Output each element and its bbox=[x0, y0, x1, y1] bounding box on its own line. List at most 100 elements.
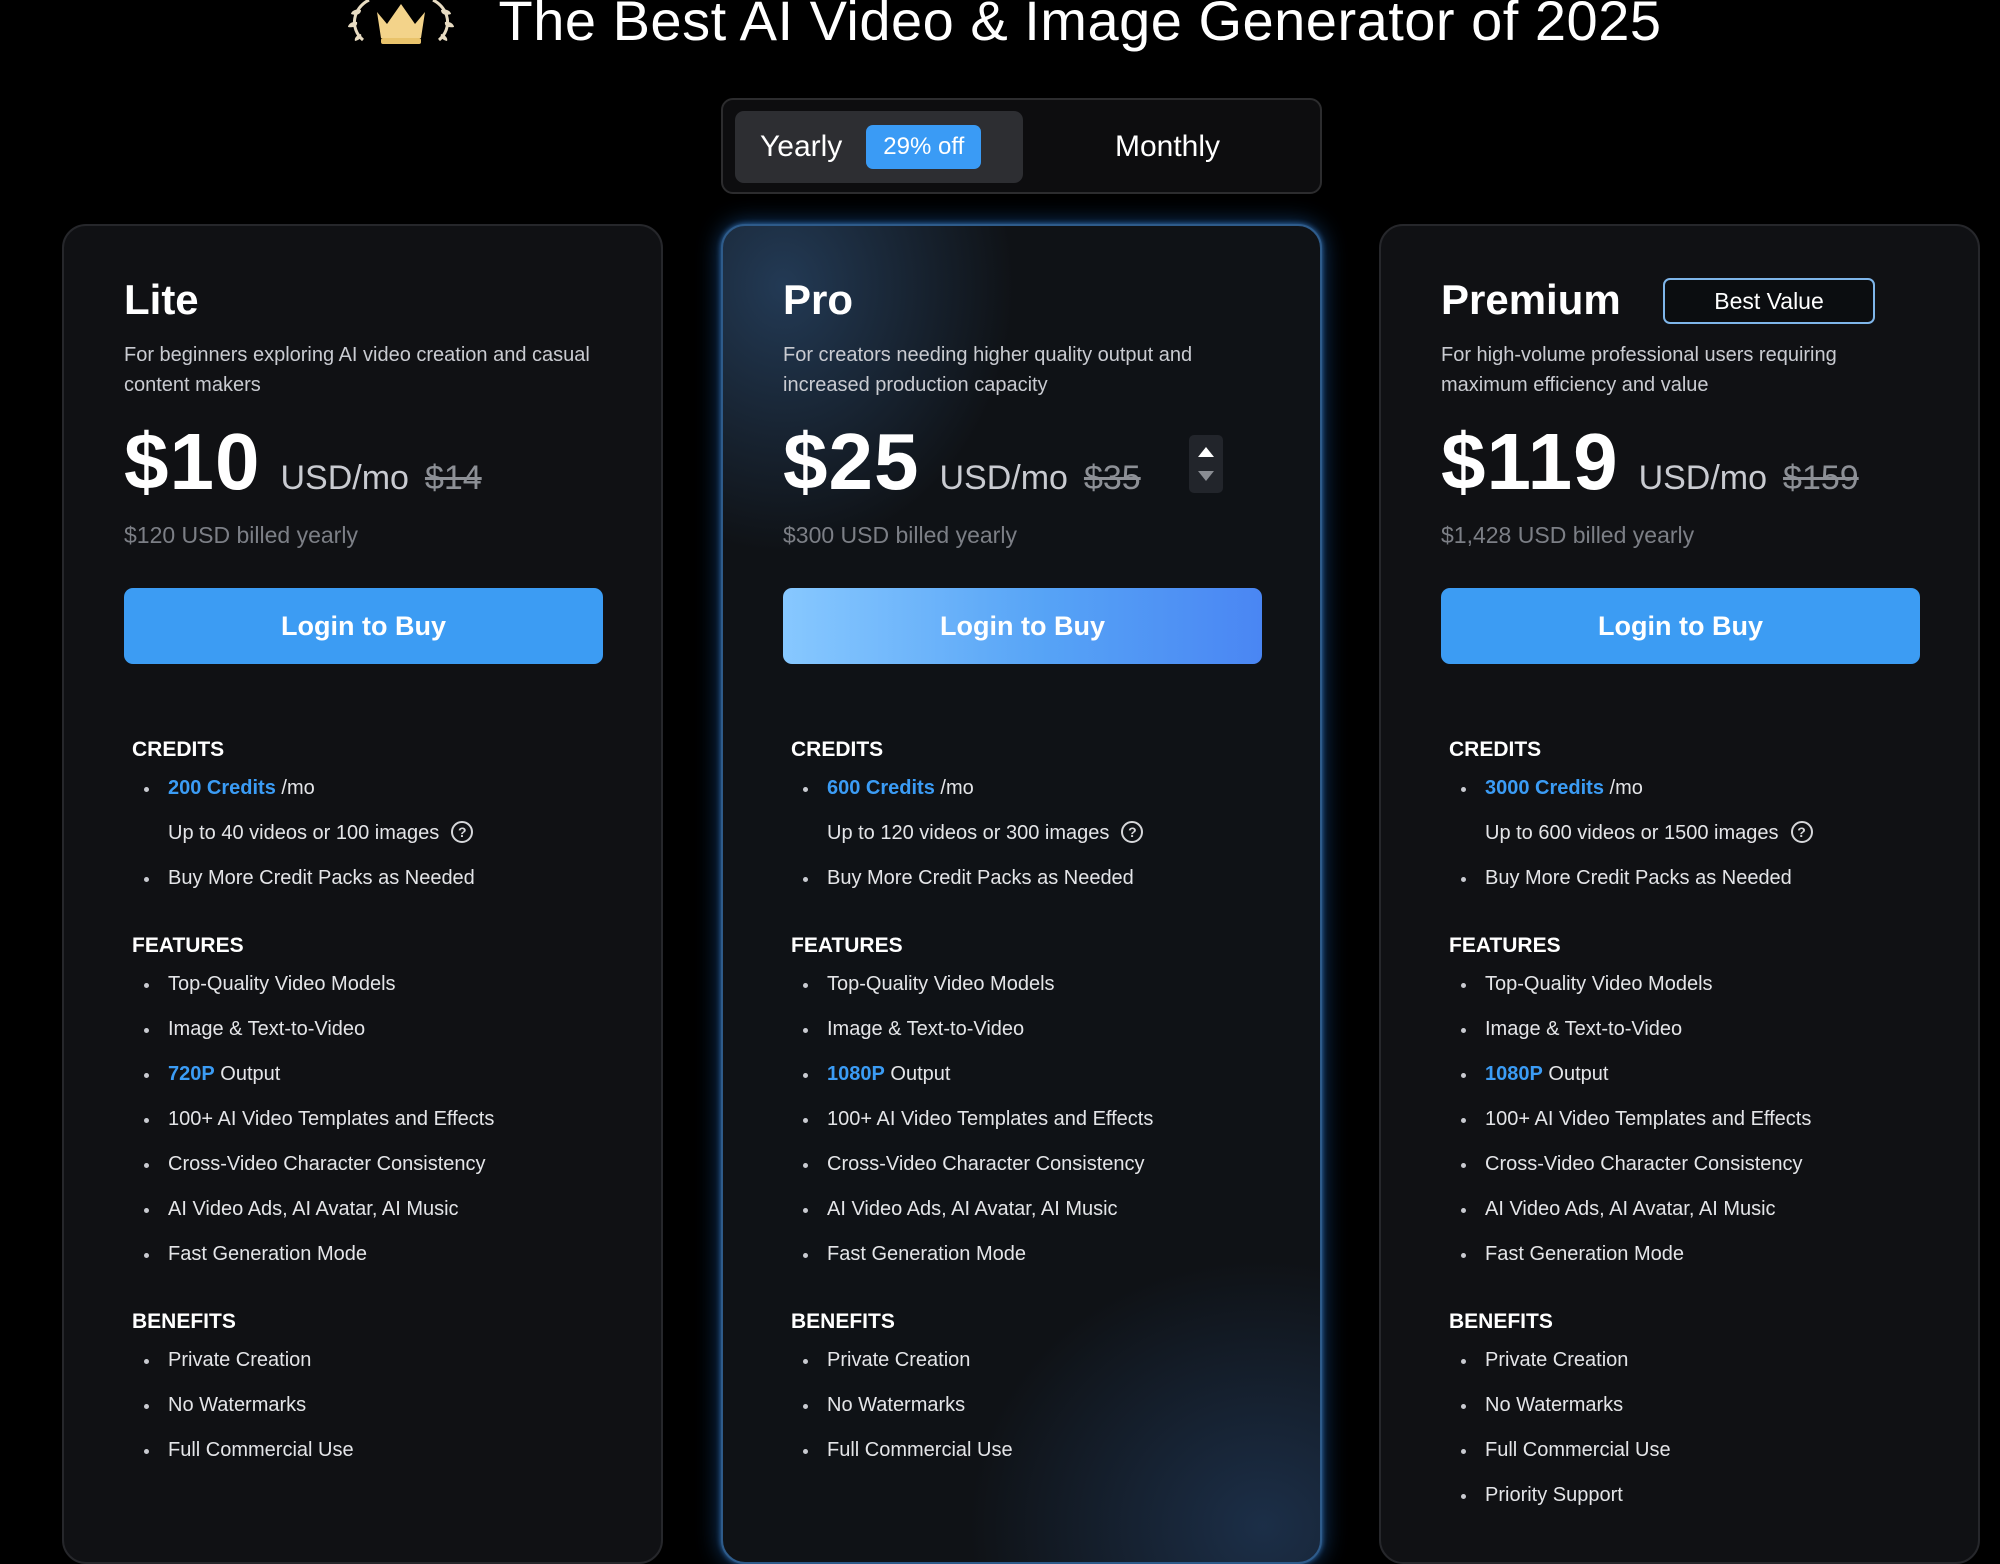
plan-description: For high-volume professional users requi… bbox=[1441, 344, 1837, 396]
resolution-value: 1080P bbox=[1485, 1063, 1543, 1085]
credits-item: 600 Credits /mo bbox=[791, 766, 1271, 811]
list-item: Top-Quality Video Models bbox=[1449, 962, 1929, 1007]
price-unit: USD/mo bbox=[1638, 459, 1768, 497]
list-item: Buy More Credit Packs as Needed bbox=[1449, 856, 1929, 901]
credits-amount: 600 Credits bbox=[827, 777, 935, 799]
page-title: The Best AI Video & Image Generator of 2… bbox=[498, 0, 1662, 52]
section-title: BENEFITS bbox=[1449, 1310, 1553, 1333]
list-item: Private Creation bbox=[1449, 1338, 1929, 1383]
section-title: FEATURES bbox=[791, 934, 903, 957]
price-row: $25 USD/mo $35 bbox=[783, 416, 1141, 506]
login-to-buy-button[interactable]: Login to Buy bbox=[783, 588, 1262, 664]
plan-description: For beginners exploring AI video creatio… bbox=[124, 344, 590, 396]
plan-name: Lite bbox=[124, 276, 199, 323]
monthly-option[interactable]: Monthly bbox=[1023, 111, 1312, 183]
list-item: No Watermarks bbox=[132, 1383, 612, 1428]
list-item: Image & Text-to-Video bbox=[791, 1007, 1271, 1052]
resolution-suffix: Output bbox=[214, 1063, 281, 1085]
list-item: Top-Quality Video Models bbox=[791, 962, 1271, 1007]
yearly-option[interactable]: Yearly 29% off bbox=[735, 111, 1023, 183]
output-resolution-item: 720P Output bbox=[132, 1052, 612, 1097]
credits-amount: 3000 Credits bbox=[1485, 777, 1604, 799]
credits-section: CREDITS 600 Credits /mo Up to 120 videos… bbox=[791, 734, 1271, 901]
list-item: Private Creation bbox=[132, 1338, 612, 1383]
resolution-value: 1080P bbox=[827, 1063, 885, 1085]
login-to-buy-button[interactable]: Login to Buy bbox=[124, 588, 603, 664]
resolution-suffix: Output bbox=[884, 1063, 951, 1085]
plan-card-premium: Premium Best Value For high-volume profe… bbox=[1379, 224, 1980, 1564]
billed-yearly-text: $120 USD billed yearly bbox=[124, 522, 358, 548]
stepper-down-icon[interactable] bbox=[1198, 471, 1214, 481]
help-circle-icon[interactable]: ? bbox=[1121, 820, 1144, 843]
list-item: No Watermarks bbox=[791, 1383, 1271, 1428]
price: $10 bbox=[124, 417, 261, 506]
list-item: Buy More Credit Packs as Needed bbox=[791, 856, 1271, 901]
benefits-section: BENEFITS Private Creation No Watermarks … bbox=[132, 1306, 612, 1473]
crown-laurel-icon bbox=[347, 0, 454, 44]
list-item: Fast Generation Mode bbox=[132, 1232, 612, 1277]
list-item: 100+ AI Video Templates and Effects bbox=[132, 1097, 612, 1142]
price-unit: USD/mo bbox=[280, 459, 409, 497]
list-item: Buy More Credit Packs as Needed bbox=[132, 856, 612, 901]
plan-name: Pro bbox=[783, 276, 854, 323]
resolution-suffix: Output bbox=[1542, 1063, 1609, 1085]
list-item: Image & Text-to-Video bbox=[1449, 1007, 1929, 1052]
list-item: Fast Generation Mode bbox=[1449, 1232, 1929, 1277]
credits-note-text: Up to 600 videos or 1500 images bbox=[1485, 822, 1779, 844]
yearly-label: Yearly bbox=[760, 130, 843, 163]
list-item: AI Video Ads, AI Avatar, AI Music bbox=[1449, 1187, 1929, 1232]
features-section: FEATURES Top-Quality Video Models Image … bbox=[1449, 930, 1929, 1277]
help-circle-icon[interactable]: ? bbox=[451, 820, 474, 843]
help-circle-icon[interactable]: ? bbox=[1790, 820, 1813, 843]
price-row: $10 USD/mo $14 bbox=[124, 416, 482, 506]
page-header: The Best AI Video & Image Generator of 2… bbox=[0, 0, 2000, 60]
plan-name: Premium bbox=[1441, 276, 1621, 323]
list-item: Priority Support bbox=[1449, 1473, 1929, 1518]
best-value-badge: Best Value bbox=[1663, 278, 1875, 324]
list-item: No Watermarks bbox=[1449, 1383, 1929, 1428]
credits-item: 200 Credits /mo bbox=[132, 766, 612, 811]
original-price: $14 bbox=[424, 459, 482, 497]
output-resolution-item: 1080P Output bbox=[791, 1052, 1271, 1097]
credits-note-text: Up to 120 videos or 300 images bbox=[827, 822, 1110, 844]
credits-amount: 200 Credits bbox=[168, 777, 276, 799]
credits-period: /mo bbox=[275, 777, 315, 799]
section-title: BENEFITS bbox=[132, 1310, 236, 1333]
list-item: Cross-Video Character Consistency bbox=[1449, 1142, 1929, 1187]
plan-details: CREDITS 200 Credits /mo Up to 40 videos … bbox=[132, 734, 612, 1502]
features-section: FEATURES Top-Quality Video Models Image … bbox=[791, 930, 1271, 1277]
section-title: BENEFITS bbox=[791, 1310, 895, 1333]
original-price: $35 bbox=[1083, 459, 1141, 497]
list-item: AI Video Ads, AI Avatar, AI Music bbox=[132, 1187, 612, 1232]
list-item: Fast Generation Mode bbox=[791, 1232, 1271, 1277]
price-row: $119 USD/mo $159 bbox=[1441, 416, 1859, 506]
credits-section: CREDITS 200 Credits /mo Up to 40 videos … bbox=[132, 734, 612, 901]
list-item: Private Creation bbox=[791, 1338, 1271, 1383]
credits-section: CREDITS 3000 Credits /mo Up to 600 video… bbox=[1449, 734, 1929, 901]
login-to-buy-button[interactable]: Login to Buy bbox=[1441, 588, 1920, 664]
section-title: FEATURES bbox=[132, 934, 244, 957]
plan-description: For creators needing higher quality outp… bbox=[783, 344, 1193, 396]
list-item: Cross-Video Character Consistency bbox=[791, 1142, 1271, 1187]
plan-details: CREDITS 3000 Credits /mo Up to 600 video… bbox=[1449, 734, 1929, 1547]
resolution-value: 720P bbox=[168, 1063, 215, 1085]
credits-period: /mo bbox=[934, 777, 974, 799]
credits-item: 3000 Credits /mo bbox=[1449, 766, 1929, 811]
credits-period: /mo bbox=[1603, 777, 1643, 799]
list-item: Full Commercial Use bbox=[791, 1428, 1271, 1473]
discount-badge: 29% off bbox=[866, 125, 982, 169]
list-item: Top-Quality Video Models bbox=[132, 962, 612, 1007]
list-item: Cross-Video Character Consistency bbox=[132, 1142, 612, 1187]
price: $25 bbox=[783, 417, 920, 506]
output-resolution-item: 1080P Output bbox=[1449, 1052, 1929, 1097]
credits-note-text: Up to 40 videos or 100 images bbox=[168, 822, 440, 844]
stepper-up-icon[interactable] bbox=[1198, 447, 1214, 457]
section-title: CREDITS bbox=[132, 738, 225, 761]
credits-note: Up to 120 videos or 300 images? bbox=[791, 811, 1271, 856]
credits-note: Up to 600 videos or 1500 images? bbox=[1449, 811, 1929, 856]
original-price: $159 bbox=[1783, 459, 1859, 497]
list-item: Full Commercial Use bbox=[1449, 1428, 1929, 1473]
plan-details: CREDITS 600 Credits /mo Up to 120 videos… bbox=[791, 734, 1271, 1502]
quantity-stepper[interactable] bbox=[1189, 435, 1223, 493]
section-title: CREDITS bbox=[791, 738, 884, 761]
